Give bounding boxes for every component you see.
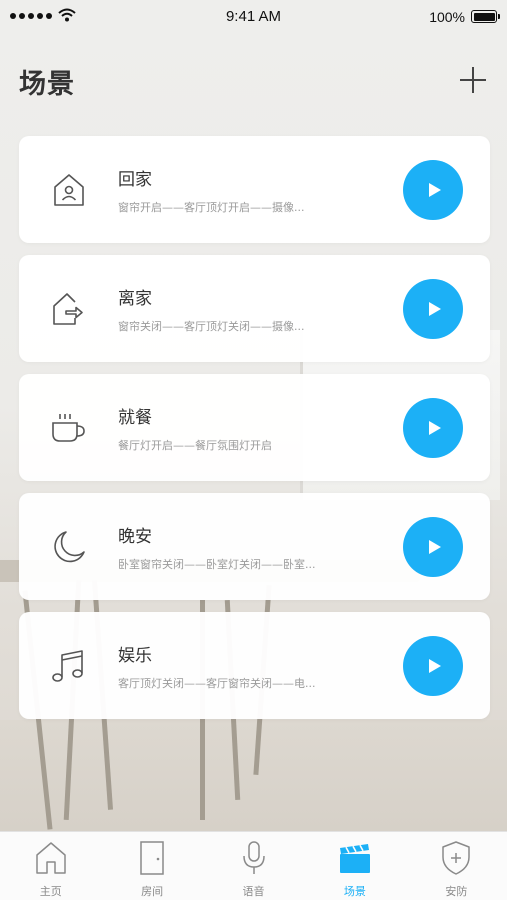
battery-percentage: 100% — [429, 9, 465, 25]
moon-icon — [54, 531, 85, 563]
scene-name: 回家 — [118, 170, 152, 190]
battery-icon — [471, 10, 500, 23]
scene-description: 窗帘开启——客厅顶灯开启——摄像... — [118, 201, 305, 214]
leave-home-icon — [53, 293, 83, 325]
tab-security[interactable]: 安防 — [406, 832, 507, 900]
page-title: 场景 — [19, 69, 75, 100]
tab-label: 主页 — [39, 885, 62, 898]
play-button[interactable] — [403, 398, 463, 458]
play-icon — [429, 183, 441, 197]
scene-name: 晚安 — [118, 527, 152, 547]
door-icon — [140, 841, 164, 875]
microphone-icon — [242, 841, 265, 874]
play-icon — [429, 540, 441, 554]
play-button[interactable] — [403, 517, 463, 577]
tab-label: 场景 — [343, 885, 366, 898]
scene-description: 窗帘关闭——客厅顶灯关闭——摄像... — [118, 320, 305, 333]
shield-icon — [442, 841, 471, 875]
scene-card-goodnight[interactable]: 晚安 卧室窗帘关闭——卧室灯关闭——卧室... — [19, 493, 490, 600]
home-icon — [54, 174, 84, 206]
scene-card-leave-home[interactable]: 离家 窗帘关闭——客厅顶灯关闭——摄像... — [19, 255, 490, 362]
scene-card-home[interactable]: 回家 窗帘开启——客厅顶灯开启——摄像... — [19, 136, 490, 243]
scene-card-dining[interactable]: 就餐 餐厅灯开启——餐厅氛围灯开启 — [19, 374, 490, 481]
tab-label: 安防 — [445, 885, 468, 898]
clapperboard-icon — [339, 844, 370, 873]
play-button[interactable] — [403, 636, 463, 696]
cup-icon — [52, 414, 85, 442]
home-icon — [35, 842, 66, 874]
plus-icon[interactable] — [459, 66, 487, 94]
tab-voice[interactable]: 语音 — [203, 832, 304, 900]
status-bar: 9:41 AM 100% — [0, 0, 507, 34]
tab-scenes[interactable]: 场景 — [304, 832, 405, 900]
scene-description: 餐厅灯开启——餐厅氛围灯开启 — [118, 439, 272, 452]
tab-rooms[interactable]: 房间 — [101, 832, 202, 900]
scene-list: 回家 窗帘开启——客厅顶灯开启——摄像... 离家 窗帘关闭——客厅顶灯关闭——… — [19, 136, 490, 731]
play-button[interactable] — [403, 279, 463, 339]
scene-name: 就餐 — [118, 408, 152, 428]
tab-label: 语音 — [242, 885, 265, 898]
music-note-icon — [52, 650, 83, 682]
play-button[interactable] — [403, 160, 463, 220]
play-icon — [429, 421, 441, 435]
tab-home[interactable]: 主页 — [0, 832, 101, 900]
scene-name: 离家 — [118, 289, 152, 309]
tab-label: 房间 — [141, 885, 164, 898]
scene-card-entertainment[interactable]: 娱乐 客厅顶灯关闭——客厅窗帘关闭——电... — [19, 612, 490, 719]
scene-name: 娱乐 — [118, 646, 152, 666]
play-icon — [429, 659, 441, 673]
scene-description: 卧室窗帘关闭——卧室灯关闭——卧室... — [118, 558, 316, 571]
scene-description: 客厅顶灯关闭——客厅窗帘关闭——电... — [118, 677, 316, 690]
tab-bar: 主页 房间 语音 场景 安防 — [0, 831, 507, 900]
play-icon — [429, 302, 441, 316]
